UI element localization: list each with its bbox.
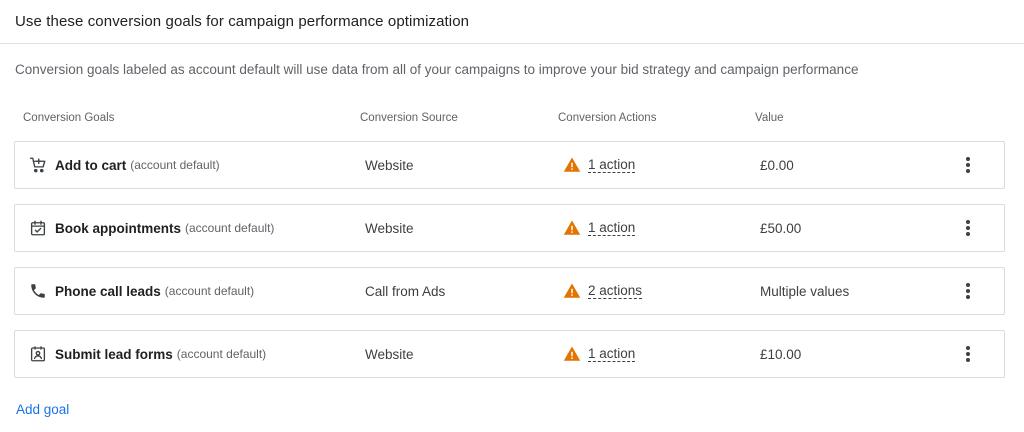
warning-triangle-icon <box>563 345 581 363</box>
warning-triangle-icon <box>563 156 581 174</box>
more-vert-icon <box>966 283 970 299</box>
calendar-check-icon <box>28 218 48 238</box>
warning-triangle-icon <box>563 282 581 300</box>
column-header-source: Conversion Source <box>360 112 458 124</box>
conversion-source: Website <box>365 220 414 236</box>
goal-name: Book appointments <box>55 220 182 236</box>
conversion-goals-panel: Use these conversion goals for campaign … <box>0 0 1024 432</box>
conversion-value: Multiple values <box>760 283 850 299</box>
column-header-goals: Conversion Goals <box>23 112 115 124</box>
more-options-button[interactable] <box>956 142 980 188</box>
conversion-actions-link[interactable]: 1 action <box>588 220 636 236</box>
more-vert-icon <box>966 220 970 236</box>
more-vert-icon <box>966 346 970 362</box>
conversion-value: £10.00 <box>760 346 802 362</box>
goal-row-add-to-cart: Add to cart (account default) Website 1 … <box>14 141 1005 189</box>
goal-name: Add to cart <box>55 157 127 173</box>
conversion-actions-link[interactable]: 2 actions <box>588 283 643 299</box>
panel-description: Conversion goals labeled as account defa… <box>15 62 859 77</box>
conversion-source: Website <box>365 346 414 362</box>
conversion-actions-cell: 1 action <box>563 331 636 377</box>
contact-form-icon <box>28 344 48 364</box>
conversion-value: £0.00 <box>760 157 794 173</box>
conversion-source: Website <box>365 157 414 173</box>
warning-triangle-icon <box>563 219 581 237</box>
conversion-actions-cell: 1 action <box>563 142 636 188</box>
goal-default-tag: (account default) <box>130 158 220 172</box>
conversion-actions-link[interactable]: 1 action <box>588 157 636 173</box>
conversion-source: Call from Ads <box>365 283 446 299</box>
goal-name: Phone call leads <box>55 283 161 299</box>
panel-header: Use these conversion goals for campaign … <box>0 0 1024 44</box>
conversion-value: £50.00 <box>760 220 802 236</box>
more-options-button[interactable] <box>956 268 980 314</box>
panel-title: Use these conversion goals for campaign … <box>15 13 470 30</box>
more-options-button[interactable] <box>956 205 980 251</box>
column-header-actions: Conversion Actions <box>558 112 657 124</box>
add-goal-link[interactable]: Add goal <box>16 402 69 417</box>
goal-row-phone-call-leads: Phone call leads (account default) Call … <box>14 267 1005 315</box>
conversion-actions-link[interactable]: 1 action <box>588 346 636 362</box>
phone-icon <box>28 281 48 301</box>
goal-cell: Add to cart (account default) <box>28 142 220 188</box>
conversion-actions-cell: 1 action <box>563 205 636 251</box>
goal-cell: Submit lead forms (account default) <box>28 331 266 377</box>
goal-row-book-appointments: Book appointments (account default) Webs… <box>14 204 1005 252</box>
more-vert-icon <box>966 157 970 173</box>
column-header-value: Value <box>755 112 784 124</box>
conversion-actions-cell: 2 actions <box>563 268 643 314</box>
goal-default-tag: (account default) <box>164 284 255 298</box>
more-options-button[interactable] <box>956 331 980 377</box>
goal-row-submit-lead-forms: Submit lead forms (account default) Webs… <box>14 330 1005 378</box>
goal-default-tag: (account default) <box>185 221 275 235</box>
shopping-cart-icon <box>28 155 48 175</box>
goal-name: Submit lead forms <box>55 346 173 362</box>
goal-cell: Book appointments (account default) <box>28 205 274 251</box>
goal-default-tag: (account default) <box>176 347 267 361</box>
goal-cell: Phone call leads (account default) <box>28 268 254 314</box>
